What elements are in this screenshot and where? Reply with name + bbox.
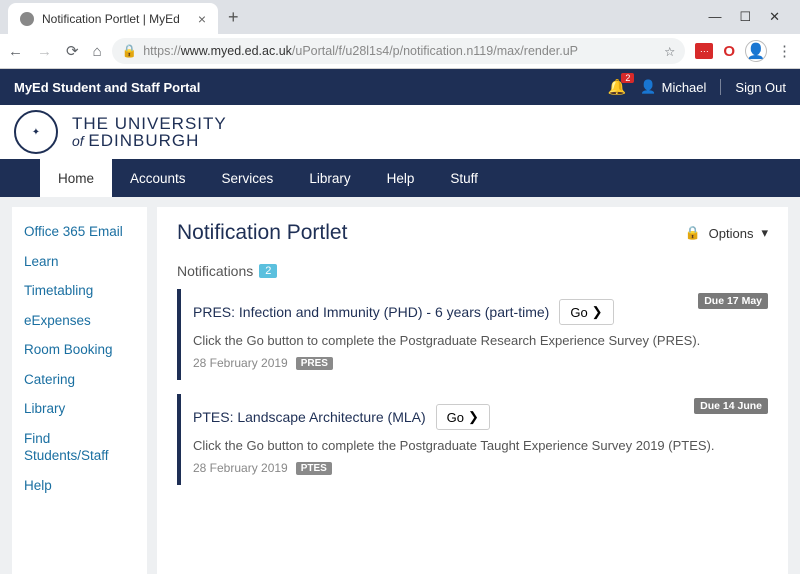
menu-icon[interactable]: ⋮ [777, 42, 792, 60]
address-bar: ← → ⟳ ⌂ 🔒 https://www.myed.ed.ac.uk/uPor… [0, 34, 800, 68]
notif-count-badge: 2 [621, 73, 634, 83]
notif-description: Click the Go button to complete the Post… [193, 438, 756, 453]
options-label: Options [709, 226, 754, 241]
notification-bell[interactable]: 🔔 2 [608, 78, 627, 96]
url-path: /uPortal/f/u28l1s4/p/notification.n119/m… [292, 44, 578, 58]
new-tab-button[interactable]: + [218, 7, 249, 28]
browser-tab[interactable]: Notification Portlet | MyEd × [8, 3, 218, 35]
content-header: Notification Portlet 🔒 Options ▾ [177, 221, 768, 245]
notif-tag: PRES [296, 357, 333, 370]
nav-tab-stuff[interactable]: Stuff [432, 159, 496, 197]
user-icon: 👤 [640, 79, 656, 95]
sidebar-item[interactable]: Help [12, 471, 147, 501]
back-icon[interactable]: ← [8, 43, 23, 60]
notification-card: Due 17 May PRES: Infection and Immunity (… [177, 289, 768, 380]
uni-line-1: THE UNIVERSITY [72, 115, 227, 132]
sidebar-item[interactable]: Find Students/Staff [12, 424, 147, 471]
due-badge: Due 17 May [698, 293, 768, 309]
nav-icons: ← → ⟳ ⌂ [8, 42, 102, 60]
page-title: Notification Portlet [177, 221, 347, 245]
university-crest: ✦ [14, 110, 58, 154]
notifications-section: Notifications 2 Due 17 May PRES: Infectio… [177, 263, 768, 485]
toolbar-right: ⋯ O 👤 ⋮ [695, 40, 792, 62]
due-badge: Due 14 June [694, 398, 768, 414]
user-menu[interactable]: 👤 Michael [640, 79, 706, 95]
notif-header-row: PRES: Infection and Immunity (PHD) - 6 y… [193, 299, 756, 325]
options-menu[interactable]: 🔒 Options ▾ [684, 225, 768, 241]
notif-count: 2 [259, 264, 277, 278]
portal-title: MyEd Student and Staff Portal [14, 80, 200, 95]
lock-icon: 🔒 [122, 44, 138, 59]
notif-meta: 28 February 2019 PTES [193, 461, 756, 475]
username: Michael [662, 80, 707, 95]
nav-tab-accounts[interactable]: Accounts [112, 159, 204, 197]
section-label: Notifications [177, 263, 253, 279]
chevron-down-icon: ▾ [761, 225, 768, 241]
favicon [20, 12, 34, 26]
lock-icon: 🔒 [684, 225, 700, 241]
go-button[interactable]: Go ❯ [436, 404, 490, 430]
content-panel: Notification Portlet 🔒 Options ▾ Notifica… [157, 207, 788, 574]
section-title: Notifications 2 [177, 263, 768, 279]
url-text: https://www.myed.ed.ac.uk/uPortal/f/u28l… [143, 44, 578, 58]
notif-title: PRES: Infection and Immunity (PHD) - 6 y… [193, 304, 549, 320]
home-icon[interactable]: ⌂ [93, 43, 102, 60]
minimize-icon[interactable]: — [708, 9, 721, 25]
url-host: www.myed.ed.ac.uk [181, 44, 292, 58]
portal-top-bar: MyEd Student and Staff Portal 🔔 2 👤 Mich… [0, 69, 800, 105]
browser-chrome: Notification Portlet | MyEd × + — ☐ ✕ ← … [0, 0, 800, 69]
notif-date: 28 February 2019 [193, 356, 288, 370]
sidebar-item[interactable]: Timetabling [12, 276, 147, 306]
sidebar: Office 365 EmailLearnTimetablingeExpense… [12, 207, 147, 574]
sidebar-item[interactable]: Learn [12, 247, 147, 277]
notif-date: 28 February 2019 [193, 461, 288, 475]
notif-title: PTES: Landscape Architecture (MLA) [193, 409, 426, 425]
close-window-icon[interactable]: ✕ [769, 9, 780, 25]
forward-icon[interactable]: → [37, 43, 52, 60]
window-controls: — ☐ ✕ [696, 9, 792, 25]
logo-band: ✦ THE UNIVERSITY of EDINBURGH [0, 105, 800, 159]
main-nav: HomeAccountsServicesLibraryHelpStuff [0, 159, 800, 197]
notif-header-row: PTES: Landscape Architecture (MLA) Go ❯ [193, 404, 756, 430]
reload-icon[interactable]: ⟳ [66, 42, 79, 60]
chevron-right-icon: ❯ [468, 409, 479, 425]
notif-description: Click the Go button to complete the Post… [193, 333, 756, 348]
tab-title: Notification Portlet | MyEd [42, 12, 180, 26]
sidebar-item[interactable]: Catering [12, 365, 147, 395]
url-prefix: https:// [143, 44, 181, 58]
sidebar-item[interactable]: Office 365 Email [12, 217, 147, 247]
nav-tab-library[interactable]: Library [291, 159, 368, 197]
nav-tab-help[interactable]: Help [369, 159, 433, 197]
uni-line-2: of EDINBURGH [72, 132, 227, 149]
university-name: THE UNIVERSITY of EDINBURGH [72, 115, 227, 149]
notif-tag: PTES [296, 462, 332, 475]
go-button[interactable]: Go ❯ [559, 299, 613, 325]
sidebar-item[interactable]: Room Booking [12, 335, 147, 365]
divider [720, 79, 721, 95]
url-field[interactable]: 🔒 https://www.myed.ed.ac.uk/uPortal/f/u2… [112, 38, 686, 64]
extension-icon[interactable]: ⋯ [695, 43, 713, 59]
opera-icon[interactable]: O [723, 43, 735, 60]
chevron-right-icon: ❯ [592, 304, 603, 320]
sidebar-item[interactable]: eExpenses [12, 306, 147, 336]
maximize-icon[interactable]: ☐ [739, 9, 751, 25]
nav-tab-services[interactable]: Services [204, 159, 292, 197]
tab-bar: Notification Portlet | MyEd × + — ☐ ✕ [0, 0, 800, 34]
notif-meta: 28 February 2019 PRES [193, 356, 756, 370]
star-icon[interactable]: ☆ [664, 44, 675, 59]
nav-tab-home[interactable]: Home [40, 159, 112, 197]
notification-card: Due 14 JunePTES: Landscape Architecture … [177, 394, 768, 485]
main-area: Office 365 EmailLearnTimetablingeExpense… [0, 197, 800, 574]
tab-close-icon[interactable]: × [198, 11, 206, 27]
profile-icon[interactable]: 👤 [745, 40, 767, 62]
signout-link[interactable]: Sign Out [735, 80, 786, 95]
sidebar-item[interactable]: Library [12, 394, 147, 424]
